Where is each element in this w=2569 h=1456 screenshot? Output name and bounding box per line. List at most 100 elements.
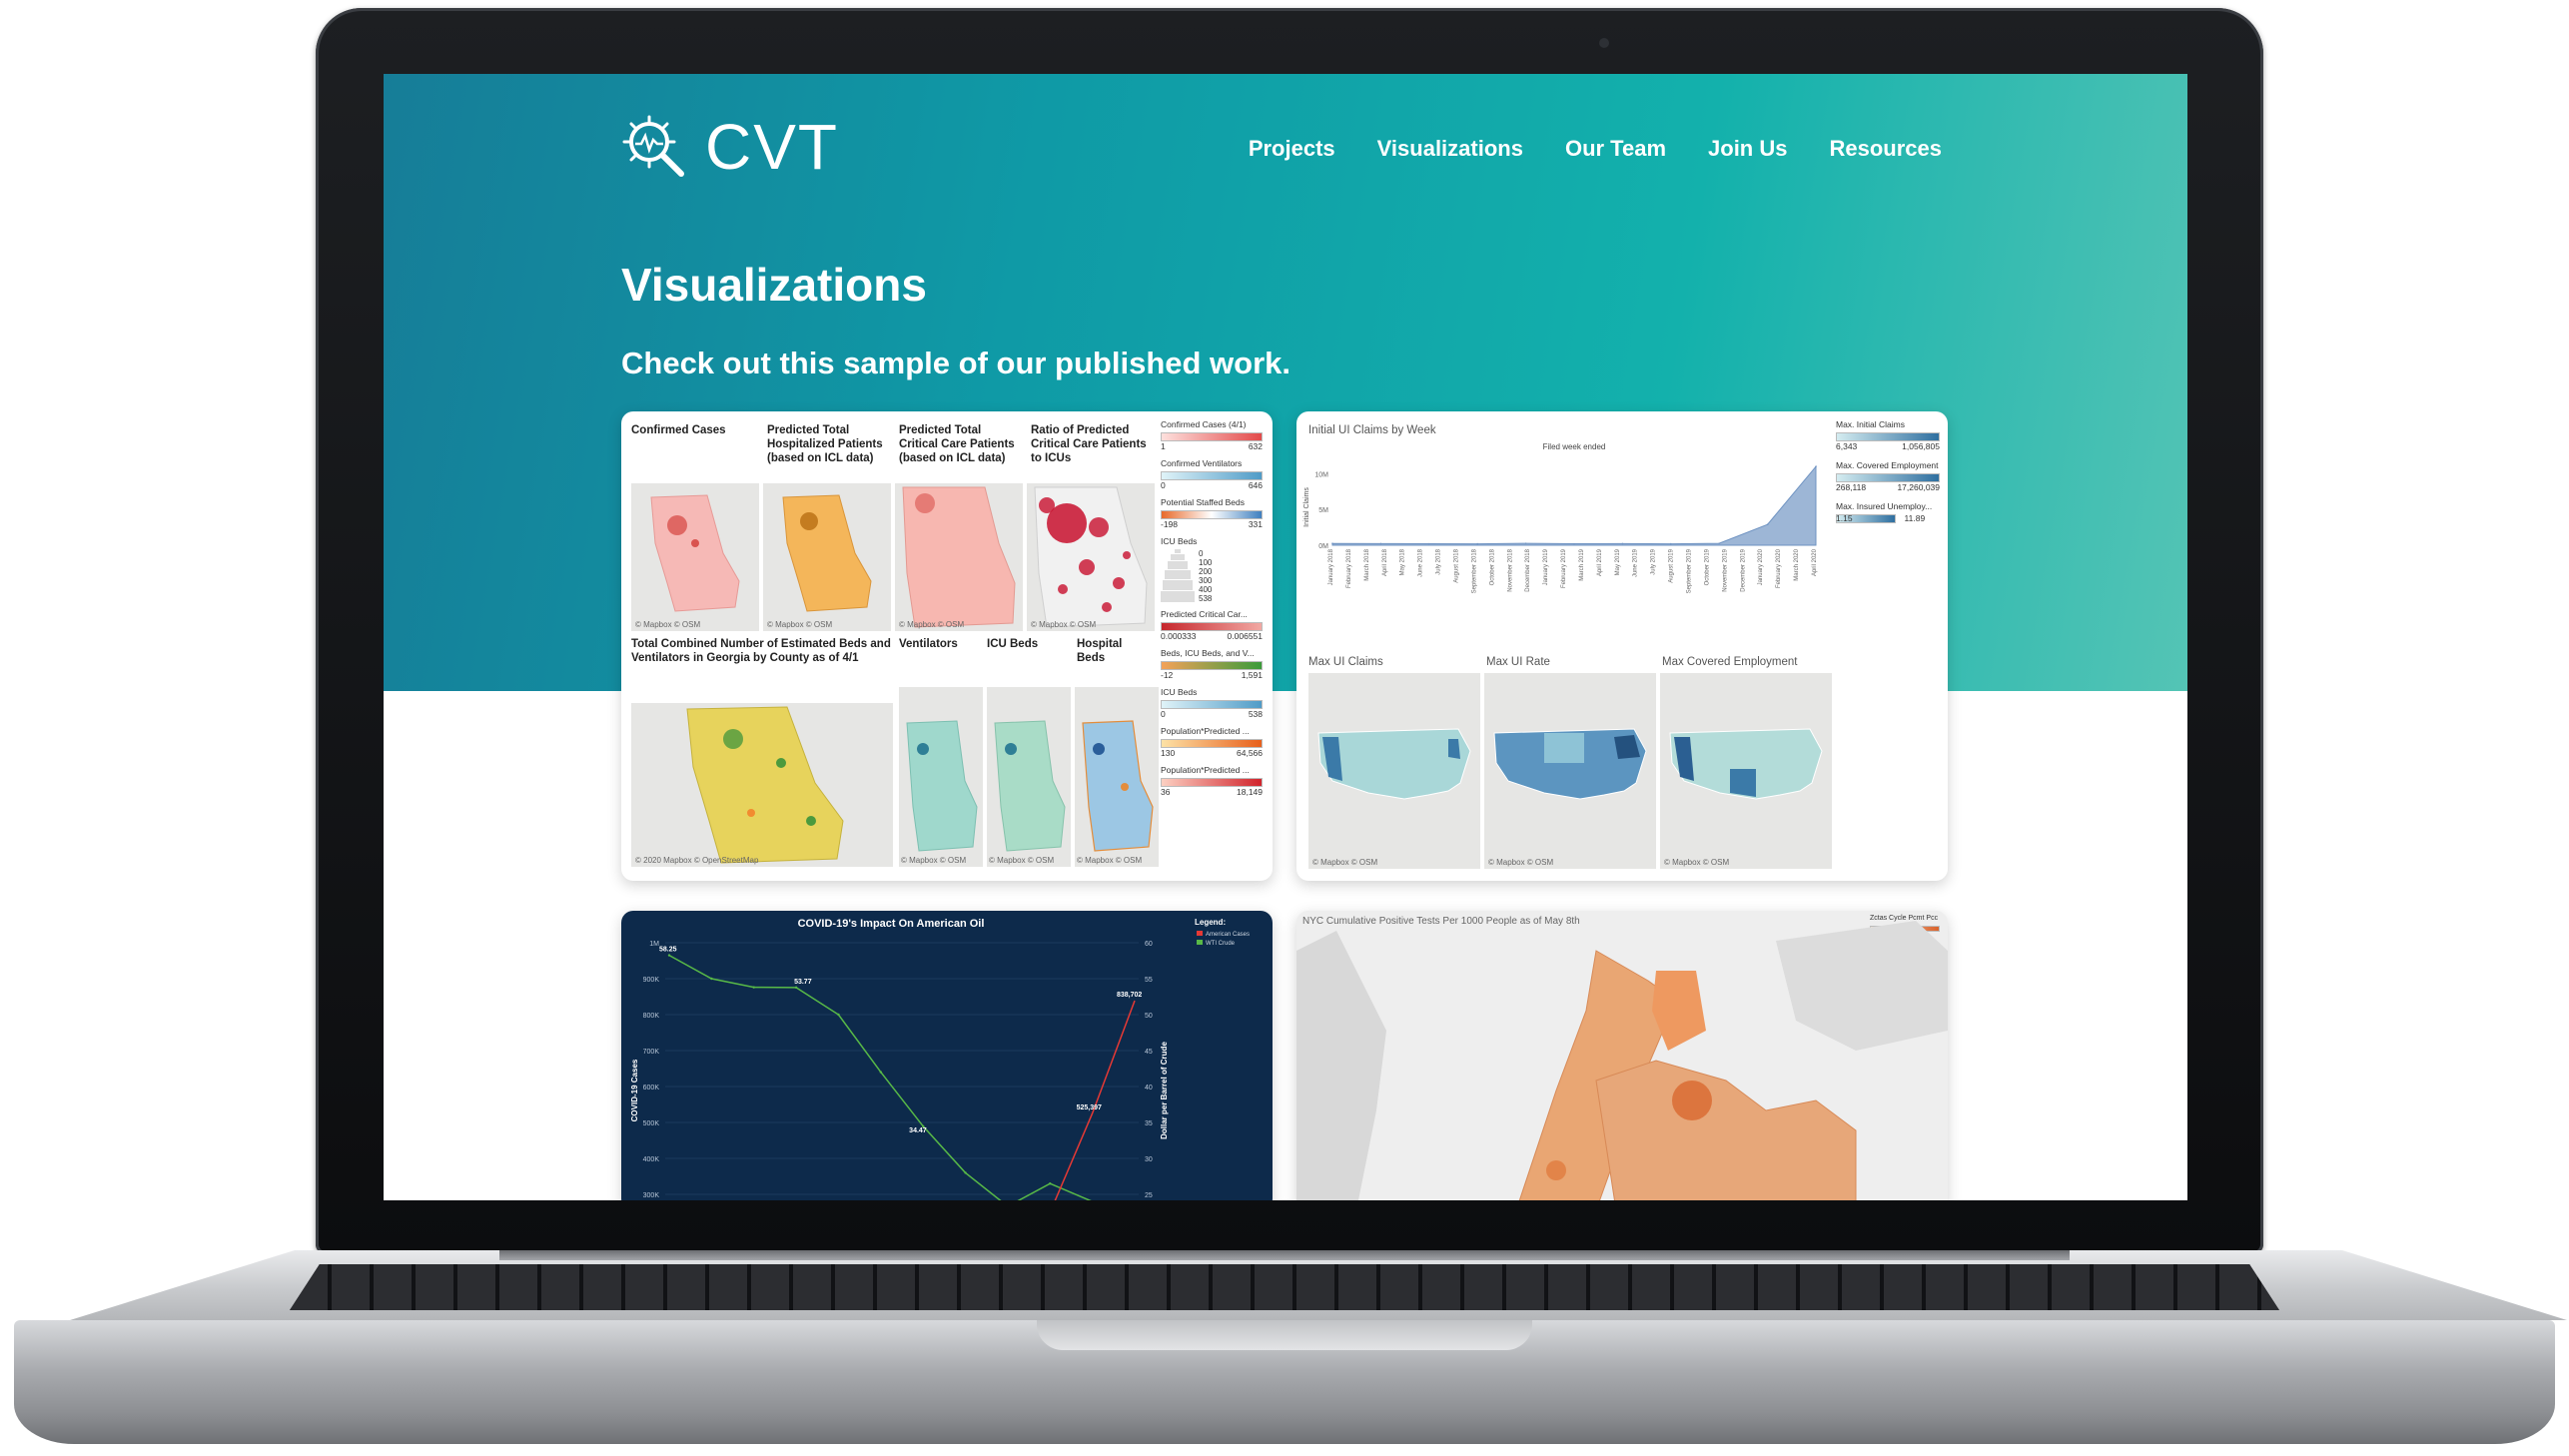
y-axis-label: COVID-19 Cases (630, 1059, 639, 1121)
x-tick-label: February 2020 (1776, 548, 1782, 588)
data-label: 525,397 (1077, 1104, 1102, 1111)
chart-title: Initial UI Claims by Week (1308, 424, 1436, 436)
us-map-employment[interactable]: © Mapbox © OSM (1660, 673, 1832, 869)
x-tick-label: April 2018 (1382, 548, 1388, 576)
georgia-map (1082, 720, 1154, 852)
legend-gradient (1161, 622, 1263, 631)
legend-min: -198 (1161, 519, 1179, 529)
nav-projects[interactable]: Projects (1249, 136, 1335, 162)
y2-tick-label: 50 (1145, 1013, 1153, 1020)
legend-max: 17,260,039 (1897, 482, 1940, 492)
x-tick-label: June 2018 (1418, 548, 1424, 577)
legend-min: 6,343 (1836, 441, 1858, 451)
data-label: 838,702 (1117, 992, 1142, 999)
legend-title: Population*Predicted ... (1161, 726, 1250, 736)
y-tick-label: 300K (643, 1192, 660, 1199)
size-legend (1161, 549, 1195, 603)
x-tick-label: March 2020 (1794, 548, 1800, 580)
legend-gradient (1161, 471, 1263, 480)
chart-title: COVID-19's Impact On American Oil (798, 918, 985, 930)
wti-point (752, 986, 755, 989)
brand-name: CVT (705, 111, 839, 183)
georgia-map (782, 494, 872, 612)
page-title: Visualizations (621, 259, 927, 311)
x-tick-label: January 2020 (1758, 548, 1764, 585)
claims-point (1428, 542, 1430, 545)
y-tick-label: 800K (643, 1013, 660, 1020)
x-tick-label: May 2019 (1615, 548, 1621, 575)
oil-chart-card[interactable]: COVID-19's Impact On American Oil Legend:… (621, 911, 1273, 1200)
x-tick-label: September 2018 (1471, 548, 1477, 593)
legend-min: 130 (1161, 748, 1176, 758)
legend-gradient (1161, 700, 1263, 709)
legend-stack: Confirmed Cases (4/1) 1 632 Confirmed Ven… (1161, 419, 1263, 798)
y-tick-label: 500K (643, 1120, 660, 1127)
legend-title: Beds, ICU Beds, and V... (1161, 648, 1255, 658)
y-tick-label: 900K (643, 977, 660, 984)
georgia-map (650, 494, 740, 612)
legend-title: ICU Beds (1161, 687, 1198, 697)
legend-max: 646 (1248, 480, 1263, 490)
map-hospitalized[interactable]: © Mapbox © OSM (763, 483, 891, 631)
x-tick-label: May 2018 (1400, 548, 1406, 575)
map-confirmed-cases[interactable]: © Mapbox © OSM (631, 483, 759, 631)
claims-point (1331, 542, 1333, 545)
map-hospital-beds[interactable]: © Mapbox © OSM (1075, 687, 1159, 867)
ui-claims-card[interactable]: Initial UI Claims by Week Filed week end… (1296, 411, 1948, 881)
x-tick-label: January 2018 (1328, 548, 1334, 585)
wti-point (667, 954, 671, 957)
wti-point (710, 977, 713, 981)
x-tick-label: January 2019 (1543, 548, 1549, 585)
legend-gradient (1161, 432, 1263, 441)
map-combined-beds[interactable]: © 2020 Mapbox © OpenStreetMap (631, 703, 893, 867)
size-label: 400 (1199, 585, 1213, 594)
ui-claims-chart[interactable]: Filed week endedInitial Claims10M5M0MJan… (1296, 437, 1826, 647)
legend-title: Predicted Critical Car... (1161, 609, 1248, 619)
virus-magnifier-icon (622, 115, 684, 177)
map-critical-care[interactable]: © Mapbox © OSM (895, 483, 1023, 631)
us-map-rate[interactable]: © Mapbox © OSM (1484, 673, 1656, 869)
legend-min: 0.000333 (1161, 631, 1197, 641)
x-tick-label: June 2019 (1633, 548, 1639, 577)
nav-visualizations[interactable]: Visualizations (1377, 136, 1523, 162)
panel-title: Predicted Total Critical Care Patients (… (899, 424, 1015, 464)
us-map-claims[interactable]: © Mapbox © OSM (1308, 673, 1480, 869)
nav-resources[interactable]: Resources (1829, 136, 1942, 162)
x-tick-label: March 2018 (1364, 548, 1370, 580)
map-credit: © Mapbox © OSM (635, 620, 701, 629)
map-credit: © Mapbox © OSM (767, 620, 833, 629)
x-tick-label: February 2019 (1561, 548, 1567, 588)
x-tick-label: April 2020 (1812, 548, 1818, 576)
us-map (1317, 728, 1471, 800)
map-credit: © 2020 Mapbox © OpenStreetMap (635, 856, 759, 865)
georgia-map (902, 486, 1016, 628)
brand-logo[interactable]: CVT (621, 110, 839, 184)
legend-max: 331 (1248, 519, 1263, 529)
map-ventilators[interactable]: © Mapbox © OSM (899, 687, 983, 867)
map-icu-ratio[interactable]: © Mapbox © OSM (1027, 483, 1155, 631)
oil-chart[interactable]: COVID-19's Impact On American Oil Legend:… (621, 911, 1273, 1200)
y-tick-label: 700K (643, 1049, 660, 1056)
georgia-dashboard-card[interactable]: Confirmed Cases Predicted Total Hospital… (621, 411, 1273, 881)
size-label: 200 (1199, 567, 1213, 576)
laptop-hinge (499, 1250, 2070, 1260)
claims-point (1476, 542, 1478, 545)
map-credit: © Mapbox © OSM (901, 856, 967, 865)
y2-tick-label: 55 (1145, 977, 1153, 984)
y-tick-label: 400K (643, 1156, 660, 1163)
x-tick-label: March 2019 (1579, 548, 1585, 580)
map-icu-beds[interactable]: © Mapbox © OSM (987, 687, 1071, 867)
nav-join-us[interactable]: Join Us (1708, 136, 1787, 162)
legend-min: -12 (1161, 670, 1174, 680)
georgia-map (906, 720, 978, 852)
panel-title: Predicted Total Hospitalized Patients (b… (767, 424, 883, 464)
georgia-bubble-map (1034, 486, 1148, 628)
keyboard (290, 1264, 2279, 1310)
legend-min: 1 (1161, 441, 1166, 451)
legend-min: 0 (1161, 709, 1166, 719)
size-label: 100 (1199, 558, 1213, 567)
nyc-map-card[interactable]: NYC Cumulative Positive Tests Per 1000 P… (1296, 911, 1948, 1200)
map-credit: © Mapbox © OSM (1031, 620, 1097, 629)
map-title: Max Covered Employment (1662, 656, 1798, 668)
nav-our-team[interactable]: Our Team (1565, 136, 1666, 162)
